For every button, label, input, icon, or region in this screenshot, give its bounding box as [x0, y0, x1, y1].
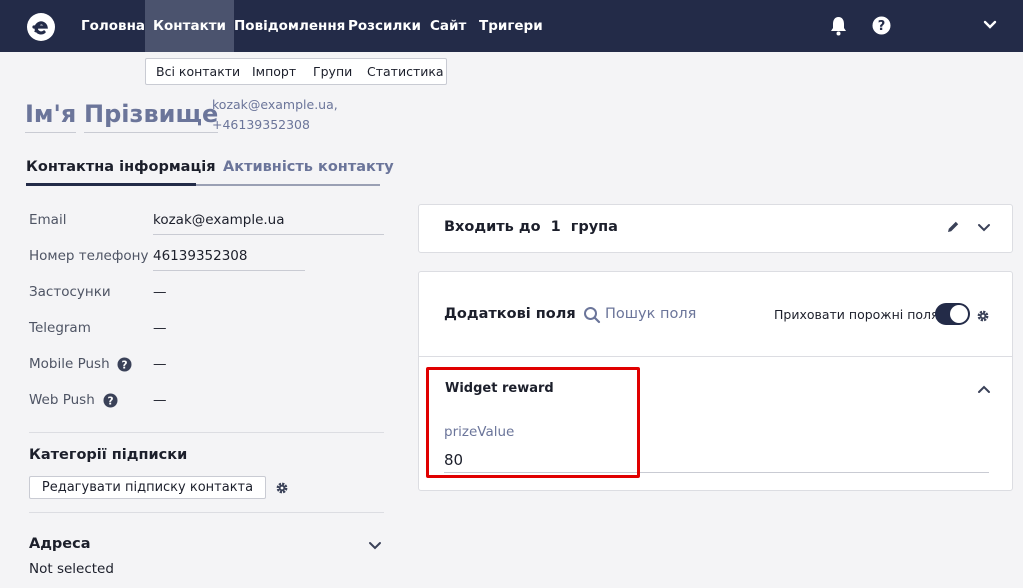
phone-label: Номер телефону [29, 248, 149, 264]
search-field-input[interactable]: Пошук поля [605, 306, 696, 322]
phone-field-underline [153, 270, 305, 271]
submenu-statistics[interactable]: Статистика [367, 59, 444, 84]
help-icon[interactable]: ? [103, 393, 118, 408]
edit-subscription-button[interactable]: Редагувати підписку контакта [29, 476, 266, 499]
header-phone: +46139352308 [212, 117, 310, 132]
nav-mailings[interactable]: Розсилки [348, 0, 421, 52]
gear-icon[interactable] [976, 309, 990, 323]
groups-suffix: група [570, 219, 618, 235]
email-label: Email [29, 212, 67, 228]
last-name[interactable]: Прізвище [84, 100, 219, 133]
apps-value: — [153, 284, 167, 300]
nav-triggers[interactable]: Тригери [479, 0, 543, 52]
svg-text:?: ? [121, 359, 127, 371]
email-field[interactable]: kozak@example.ua [153, 212, 285, 228]
svg-text:?: ? [107, 395, 113, 407]
first-name[interactable]: Ім'я [25, 100, 77, 133]
hide-empty-toggle[interactable] [935, 303, 970, 325]
bell-icon[interactable] [829, 16, 848, 36]
address-value: Not selected [29, 561, 114, 577]
email-field-underline [153, 234, 384, 235]
mobile-push-value: — [153, 356, 167, 372]
chevron-down-icon[interactable] [368, 540, 382, 552]
section-divider [29, 512, 384, 513]
gear-icon[interactable] [275, 481, 289, 495]
toggle-knob [950, 305, 968, 323]
telegram-value: — [153, 320, 167, 336]
search-icon [584, 307, 601, 324]
nav-site[interactable]: Сайт [430, 0, 466, 52]
tab-contact-info[interactable]: Контактна інформація [26, 159, 216, 186]
groups-prefix: Входить до [444, 219, 541, 235]
help-icon[interactable]: ? [872, 16, 891, 35]
chevron-up-icon[interactable] [977, 383, 991, 395]
section-divider [29, 432, 384, 433]
nav-home[interactable]: Головна [81, 0, 145, 52]
telegram-label: Telegram [29, 320, 91, 336]
logo-icon[interactable] [26, 12, 56, 42]
web-push-value: — [153, 392, 167, 408]
highlight-box [426, 367, 640, 478]
groups-count: 1 [550, 219, 561, 235]
header-email: kozak@example.ua, [212, 97, 338, 112]
extra-fields-title: Додаткові поля [444, 306, 576, 322]
chevron-down-icon[interactable] [983, 19, 997, 31]
hide-empty-label: Приховати порожні поля [774, 307, 939, 322]
apps-label: Застосунки [29, 284, 111, 300]
phone-field[interactable]: 46139352308 [153, 248, 247, 264]
chevron-down-icon[interactable] [977, 222, 991, 234]
help-icon[interactable]: ? [117, 357, 132, 372]
submenu-groups[interactable]: Групи [313, 59, 352, 84]
contacts-submenu: Всі контакти Імпорт Групи Статистика [145, 58, 447, 85]
card-divider [419, 356, 1012, 357]
svg-text:?: ? [878, 19, 886, 34]
pencil-icon[interactable] [946, 220, 960, 234]
nav-contacts[interactable]: Контакти [145, 0, 235, 52]
nav-messages[interactable]: Повідомлення [234, 0, 345, 52]
tab-contact-activity[interactable]: Активність контакту [223, 159, 394, 186]
subscriptions-title: Категорії підписки [29, 447, 188, 463]
mobile-push-label: Mobile Push [29, 356, 110, 372]
submenu-all-contacts[interactable]: Всі контакти [156, 59, 240, 84]
address-title: Адреса [29, 536, 91, 552]
top-navbar: Головна Контакти Повідомлення Розсилки С… [0, 0, 1023, 52]
web-push-label: Web Push [29, 392, 95, 408]
groups-title: Входить до 1 група [444, 219, 618, 235]
submenu-import[interactable]: Імпорт [252, 59, 296, 84]
